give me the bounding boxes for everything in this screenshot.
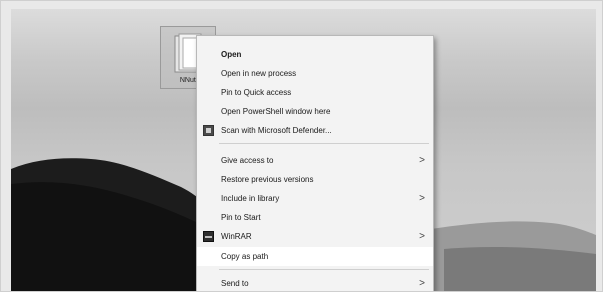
menu-item-scan-defender[interactable]: Scan with Microsoft Defender... [197,121,433,140]
chevron-right-icon: > [419,155,425,166]
menu-item-label: Open [221,50,242,59]
winrar-icon [203,231,214,242]
context-menu: Open Open in new process Pin to Quick ac… [196,35,434,291]
menu-item-label: Restore previous versions [221,175,314,184]
chevron-right-icon: > [419,231,425,242]
menu-item-label: Pin to Quick access [221,88,292,97]
menu-item-label: Give access to [221,156,274,165]
menu-item-label: Send to [221,279,249,288]
menu-item-label: Scan with Microsoft Defender... [221,126,332,135]
menu-item-label: Include in library [221,194,280,203]
menu-item-label: WinRAR [221,232,252,241]
menu-separator [219,143,429,144]
menu-item-open-new-process[interactable]: Open in new process [197,64,433,83]
menu-item-label: Pin to Start [221,213,261,222]
menu-item-label: Copy as path [221,252,269,261]
menu-item-label: Open in new process [221,69,297,78]
menu-item-pin-start[interactable]: Pin to Start [197,208,433,227]
chevron-right-icon: > [419,193,425,204]
menu-item-open[interactable]: Open [197,45,433,64]
chevron-right-icon: > [419,278,425,289]
menu-item-open-powershell[interactable]: Open PowerShell window here [197,102,433,121]
menu-item-winrar[interactable]: WinRAR > [197,227,433,246]
menu-item-send-to[interactable]: Send to > [197,274,433,291]
menu-item-pin-quick-access[interactable]: Pin to Quick access [197,83,433,102]
defender-icon [203,125,214,136]
menu-item-include-library[interactable]: Include in library > [197,189,433,208]
screenshot-frame: NNutr Open Open in new process Pin to Qu… [0,0,603,292]
menu-item-give-access[interactable]: Give access to > [197,151,433,170]
menu-item-restore-versions[interactable]: Restore previous versions [197,170,433,189]
menu-separator [219,269,429,270]
menu-item-label: Open PowerShell window here [221,107,331,116]
menu-item-copy-as-path[interactable]: Copy as path [197,247,433,266]
